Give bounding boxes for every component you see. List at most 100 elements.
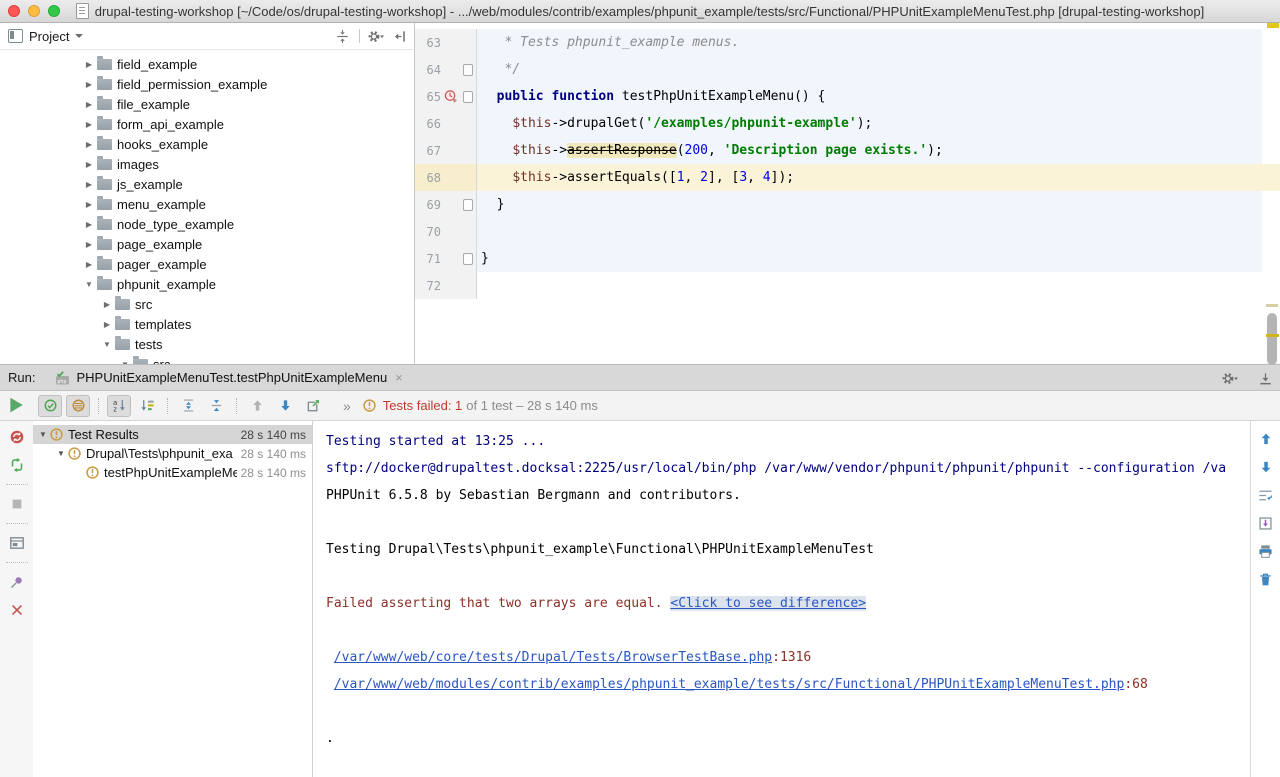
import-test-results-button[interactable]	[301, 395, 325, 417]
chevron-right-icon[interactable]: ▶	[101, 300, 113, 309]
chevron-right-icon[interactable]: ▶	[83, 120, 95, 129]
collapse-all-button[interactable]	[204, 395, 228, 417]
fold-marker-icon[interactable]	[461, 91, 475, 103]
error-stripe-mark[interactable]	[1267, 23, 1279, 28]
console-link[interactable]: <Click to see difference>	[670, 596, 866, 611]
project-tree-item-file_example[interactable]: ▶file_example	[0, 94, 414, 114]
project-tree-item-src[interactable]: ▼src	[0, 354, 414, 364]
previous-occurrence-button[interactable]	[1256, 429, 1276, 449]
hide-panel-icon[interactable]	[1257, 370, 1274, 387]
project-tree-item-hooks_example[interactable]: ▶hooks_example	[0, 134, 414, 154]
project-tree-item-node_type_example[interactable]: ▶node_type_example	[0, 214, 414, 234]
chevron-right-icon[interactable]: ▶	[83, 100, 95, 109]
rerun-test-button[interactable]	[7, 396, 25, 414]
sort-by-duration-button[interactable]	[135, 395, 159, 417]
failed-test-marker-icon[interactable]	[441, 89, 461, 105]
chevron-right-icon[interactable]: ▶	[83, 260, 95, 269]
code-line-text[interactable]: * Tests phpunit_example menus.	[477, 35, 1280, 50]
close-button[interactable]	[7, 600, 27, 620]
next-failed-test-button[interactable]	[273, 395, 297, 417]
code-line-text[interactable]: */	[477, 62, 1280, 77]
previous-failed-test-button[interactable]	[245, 395, 269, 417]
chevron-right-icon[interactable]: ▶	[83, 180, 95, 189]
console-text: :68	[1124, 677, 1147, 692]
project-panel-title[interactable]: Project	[29, 29, 69, 44]
code-line-text[interactable]: $this->assertEquals([1, 2], [3, 4]);	[477, 170, 1280, 185]
restore-layout-button[interactable]	[7, 533, 27, 553]
code-editor[interactable]: 63 * Tests phpunit_example menus.64 */65…	[415, 23, 1280, 364]
project-tree-item-src[interactable]: ▶src	[0, 294, 414, 314]
chevron-right-icon[interactable]: ▶	[83, 200, 95, 209]
chevron-right-icon[interactable]: ▶	[83, 80, 95, 89]
chevron-right-icon[interactable]: ▶	[101, 320, 113, 329]
toggle-auto-test-button[interactable]	[7, 455, 27, 475]
project-tree-item-images[interactable]: ▶images	[0, 154, 414, 174]
settings-gear-icon[interactable]	[367, 28, 384, 45]
fold-marker-icon[interactable]	[461, 64, 475, 76]
project-tree-item-phpunit_example[interactable]: ▼phpunit_example	[0, 274, 414, 294]
expand-all-button[interactable]	[176, 395, 200, 417]
chevron-right-icon[interactable]: ▶	[83, 240, 95, 249]
code-line-text[interactable]: $this->assertResponse(200, 'Description …	[477, 143, 1280, 158]
test-console-output[interactable]: Testing started at 13:25 ...sftp://docke…	[313, 421, 1250, 777]
code-line-text[interactable]: }	[477, 251, 1280, 266]
hide-panel-icon[interactable]	[391, 28, 408, 45]
fold-marker[interactable]	[463, 199, 473, 211]
pin-tab-button[interactable]	[7, 572, 27, 592]
code-line-text[interactable]: public function testPhpUnitExampleMenu()…	[477, 89, 1280, 104]
fold-marker-icon[interactable]	[461, 199, 475, 211]
run-configuration-tab[interactable]: php PHPUnitExampleMenuTest.testPhpUnitEx…	[47, 365, 410, 390]
project-tree-item-js_example[interactable]: ▶js_example	[0, 174, 414, 194]
code-line-text[interactable]: }	[477, 197, 1280, 212]
collapse-all-icon[interactable]	[334, 28, 351, 45]
fold-marker[interactable]	[463, 64, 473, 76]
test-tree-row[interactable]: ▼Test Results28 s 140 ms	[33, 425, 312, 444]
minimize-window-button[interactable]	[28, 5, 40, 17]
chevron-down-icon[interactable]	[75, 34, 83, 38]
chevron-right-icon[interactable]: ▶	[83, 140, 95, 149]
chevron-right-icon[interactable]: ▶	[83, 220, 95, 229]
rerun-failed-tests-button[interactable]	[7, 427, 27, 447]
error-stripe-mark[interactable]	[1266, 334, 1279, 337]
fold-marker[interactable]	[463, 253, 473, 265]
project-tree-item-page_example[interactable]: ▶page_example	[0, 234, 414, 254]
print-button[interactable]	[1256, 541, 1276, 561]
folder-icon	[97, 259, 112, 270]
project-tree-item-field_permission_example[interactable]: ▶field_permission_example	[0, 74, 414, 94]
close-window-button[interactable]	[8, 5, 20, 17]
show-ignored-button[interactable]	[66, 395, 90, 417]
soft-wrap-button[interactable]	[1256, 485, 1276, 505]
chevron-right-icon[interactable]: ▶	[83, 160, 95, 169]
show-passed-button[interactable]	[38, 395, 62, 417]
close-tab-icon[interactable]: ×	[395, 370, 403, 385]
chevron-down-icon[interactable]: ▼	[101, 340, 113, 349]
project-tree-item-menu_example[interactable]: ▶menu_example	[0, 194, 414, 214]
fold-marker-icon[interactable]	[461, 253, 475, 265]
console-link[interactable]: /var/www/web/modules/contrib/examples/ph…	[334, 677, 1125, 692]
code-line-text[interactable]: $this->drupalGet('/examples/phpunit-exam…	[477, 116, 1280, 131]
sort-alphabetically-button[interactable]: az	[107, 395, 131, 417]
chevron-down-icon[interactable]: ▼	[37, 430, 49, 439]
settings-gear-icon[interactable]	[1221, 370, 1238, 387]
chevron-down-icon[interactable]: ▼	[55, 449, 67, 458]
test-tree-row[interactable]: testPhpUnitExampleMe28 s 140 ms	[33, 463, 312, 482]
project-tree-item-form_api_example[interactable]: ▶form_api_example	[0, 114, 414, 134]
stop-button[interactable]	[7, 494, 27, 514]
project-tree-item-pager_example[interactable]: ▶pager_example	[0, 254, 414, 274]
run-left-toolbar	[0, 421, 33, 777]
fold-marker[interactable]	[463, 91, 473, 103]
toolbar-overflow-chevrons[interactable]: »	[343, 398, 352, 414]
console-link[interactable]: /var/www/web/core/tests/Drupal/Tests/Bro…	[334, 650, 772, 665]
chevron-down-icon[interactable]: ▼	[83, 280, 95, 289]
clear-all-button[interactable]	[1256, 569, 1276, 589]
chevron-right-icon[interactable]: ▶	[83, 60, 95, 69]
project-tree-item-tests[interactable]: ▼tests	[0, 334, 414, 354]
next-occurrence-button[interactable]	[1256, 457, 1276, 477]
project-tree-item-templates[interactable]: ▶templates	[0, 314, 414, 334]
error-stripe-mark[interactable]	[1266, 304, 1278, 307]
test-tree-row[interactable]: ▼Drupal\Tests\phpunit_exa28 s 140 ms	[33, 444, 312, 463]
editor-scrollbar-thumb[interactable]	[1267, 313, 1277, 364]
project-tree-item-field_example[interactable]: ▶field_example	[0, 54, 414, 74]
zoom-window-button[interactable]	[48, 5, 60, 17]
scroll-to-end-button[interactable]	[1256, 513, 1276, 533]
